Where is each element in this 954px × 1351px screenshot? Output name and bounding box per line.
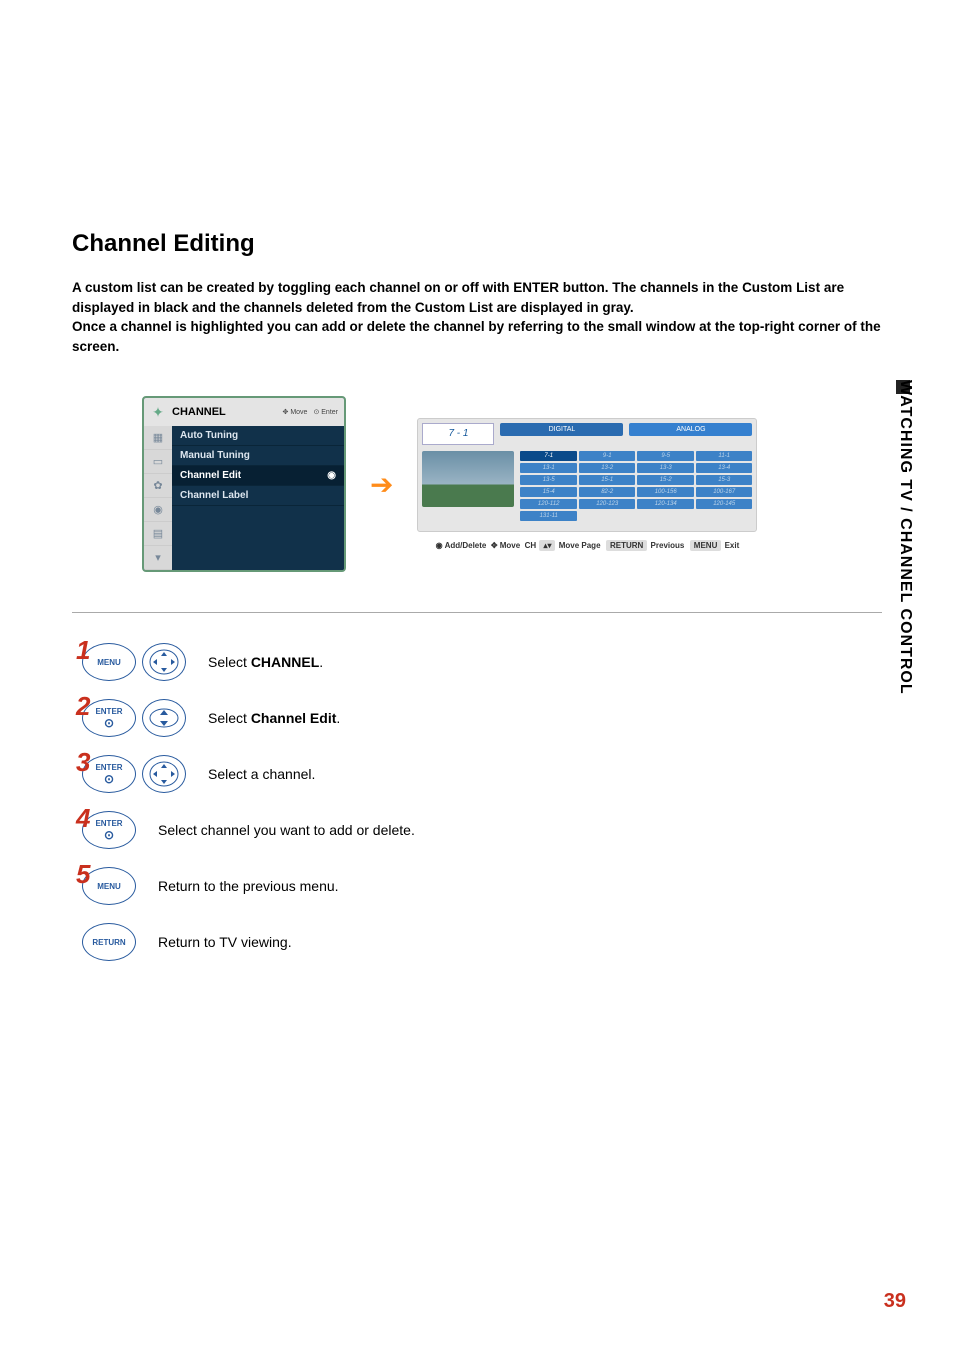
option-icon: ✿: [144, 474, 172, 498]
menu-header-icon: ✦: [144, 398, 172, 426]
instruction-step: 4ENTERSelect channel you want to add or …: [76, 811, 882, 849]
menu-item-list: Auto Tuning Manual Tuning Channel Edit◉ …: [172, 426, 344, 570]
channel-mock-footer: ◉ Add/Delete ✥ Move CH ▴▾ Move Page RETU…: [417, 540, 757, 551]
step-text: Select Channel Edit.: [208, 710, 340, 726]
channel-cell[interactable]: 7-1: [520, 451, 577, 461]
channel-cell[interactable]: 13-2: [579, 463, 636, 473]
channel-cell[interactable]: 13-5: [520, 475, 577, 485]
channel-cell[interactable]: 9-1: [579, 451, 636, 461]
instruction-step: 5MENUReturn to the previous menu.: [76, 867, 882, 905]
menu-item-channel-label[interactable]: Channel Label: [172, 486, 344, 506]
return-button-icon: RETURN: [82, 923, 136, 961]
tab-digital[interactable]: DIGITAL: [500, 423, 623, 436]
menu-item-manual-tuning[interactable]: Manual Tuning: [172, 446, 344, 466]
menu-item-auto-tuning[interactable]: Auto Tuning: [172, 426, 344, 446]
menu-hint-move: ✥ Move: [283, 408, 314, 416]
page-number: 39: [884, 1290, 906, 1313]
channel-cell[interactable]: 120-145: [696, 499, 753, 509]
current-channel-number: 7 - 1: [422, 423, 494, 445]
input-icon: ▾: [144, 546, 172, 570]
channel-grid: 7-19-19-511-113-113-213-313-413-515-115-…: [520, 451, 752, 521]
lock-icon: ▤: [144, 522, 172, 546]
menu-item-channel-edit[interactable]: Channel Edit◉: [172, 466, 344, 486]
step-number: 2: [76, 691, 92, 722]
step-number: 1: [76, 635, 92, 666]
page-title: Channel Editing: [72, 230, 882, 258]
channel-cell[interactable]: 15-1: [579, 475, 636, 485]
arrow-icon: ➔: [370, 468, 393, 501]
picture-icon: ▦: [144, 426, 172, 450]
dpad-icon: [142, 643, 186, 681]
step-number: 3: [76, 747, 92, 778]
channel-menu-mock: ✦ CHANNEL ✥ Move ⊙ Enter ▦ ▭ ✿ ◉ ▤ ▾ Aut…: [142, 396, 346, 572]
channel-cell[interactable]: 120-134: [637, 499, 694, 509]
updown-icon: [142, 699, 186, 737]
tab-analog[interactable]: ANALOG: [629, 423, 752, 436]
section-side-label: WATCHING TV / CHANNEL CONTROL: [896, 380, 914, 695]
channel-cell[interactable]: 15-3: [696, 475, 753, 485]
channel-cell[interactable]: 15-4: [520, 487, 577, 497]
step-text: Select channel you want to add or delete…: [158, 822, 415, 838]
channel-preview-thumbnail: [422, 451, 514, 507]
intro-paragraph: A custom list can be created by toggling…: [72, 278, 882, 356]
channel-cell[interactable]: 82-2: [579, 487, 636, 497]
instruction-step: 2ENTERSelect Channel Edit.: [76, 699, 882, 737]
channel-edit-mock: 7 - 1 DIGITAL ANALOG 7-19-19-511-113-113…: [417, 418, 757, 551]
channel-cell[interactable]: 15-2: [637, 475, 694, 485]
step-text: Return to the previous menu.: [158, 878, 339, 894]
channel-cell-empty: [579, 511, 636, 521]
step-text: Select a channel.: [208, 766, 315, 782]
audio-icon: ▭: [144, 450, 172, 474]
channel-cell[interactable]: 13-3: [637, 463, 694, 473]
menu-hint-enter: ⊙ Enter: [313, 408, 344, 416]
step-text: Return to TV viewing.: [158, 934, 292, 950]
channel-cell[interactable]: 120-112: [520, 499, 577, 509]
instruction-step: 1MENUSelect CHANNEL.: [76, 643, 882, 681]
channel-cell[interactable]: 13-4: [696, 463, 753, 473]
instruction-step: 3ENTERSelect a channel.: [76, 755, 882, 793]
step-number: 5: [76, 859, 92, 890]
horizontal-separator: [72, 612, 882, 613]
channel-cell[interactable]: 131-11: [520, 511, 577, 521]
channel-cell-empty: [696, 511, 753, 521]
channel-cell[interactable]: 13-1: [520, 463, 577, 473]
channel-cell[interactable]: 11-1: [696, 451, 753, 461]
channel-cell-empty: [637, 511, 694, 521]
instruction-step: RETURN Return to TV viewing.: [76, 923, 882, 961]
menu-title: CHANNEL: [172, 406, 283, 418]
channel-cell[interactable]: 100-167: [696, 487, 753, 497]
menu-category-icons: ▦ ▭ ✿ ◉ ▤ ▾: [144, 426, 172, 570]
time-icon: ◉: [144, 498, 172, 522]
dpad-icon: [142, 755, 186, 793]
enter-icon: ◉: [327, 470, 336, 481]
channel-cell[interactable]: 100-156: [637, 487, 694, 497]
channel-cell[interactable]: 120-123: [579, 499, 636, 509]
step-text: Select CHANNEL.: [208, 654, 323, 670]
channel-cell[interactable]: 9-5: [637, 451, 694, 461]
step-number: 4: [76, 803, 92, 834]
